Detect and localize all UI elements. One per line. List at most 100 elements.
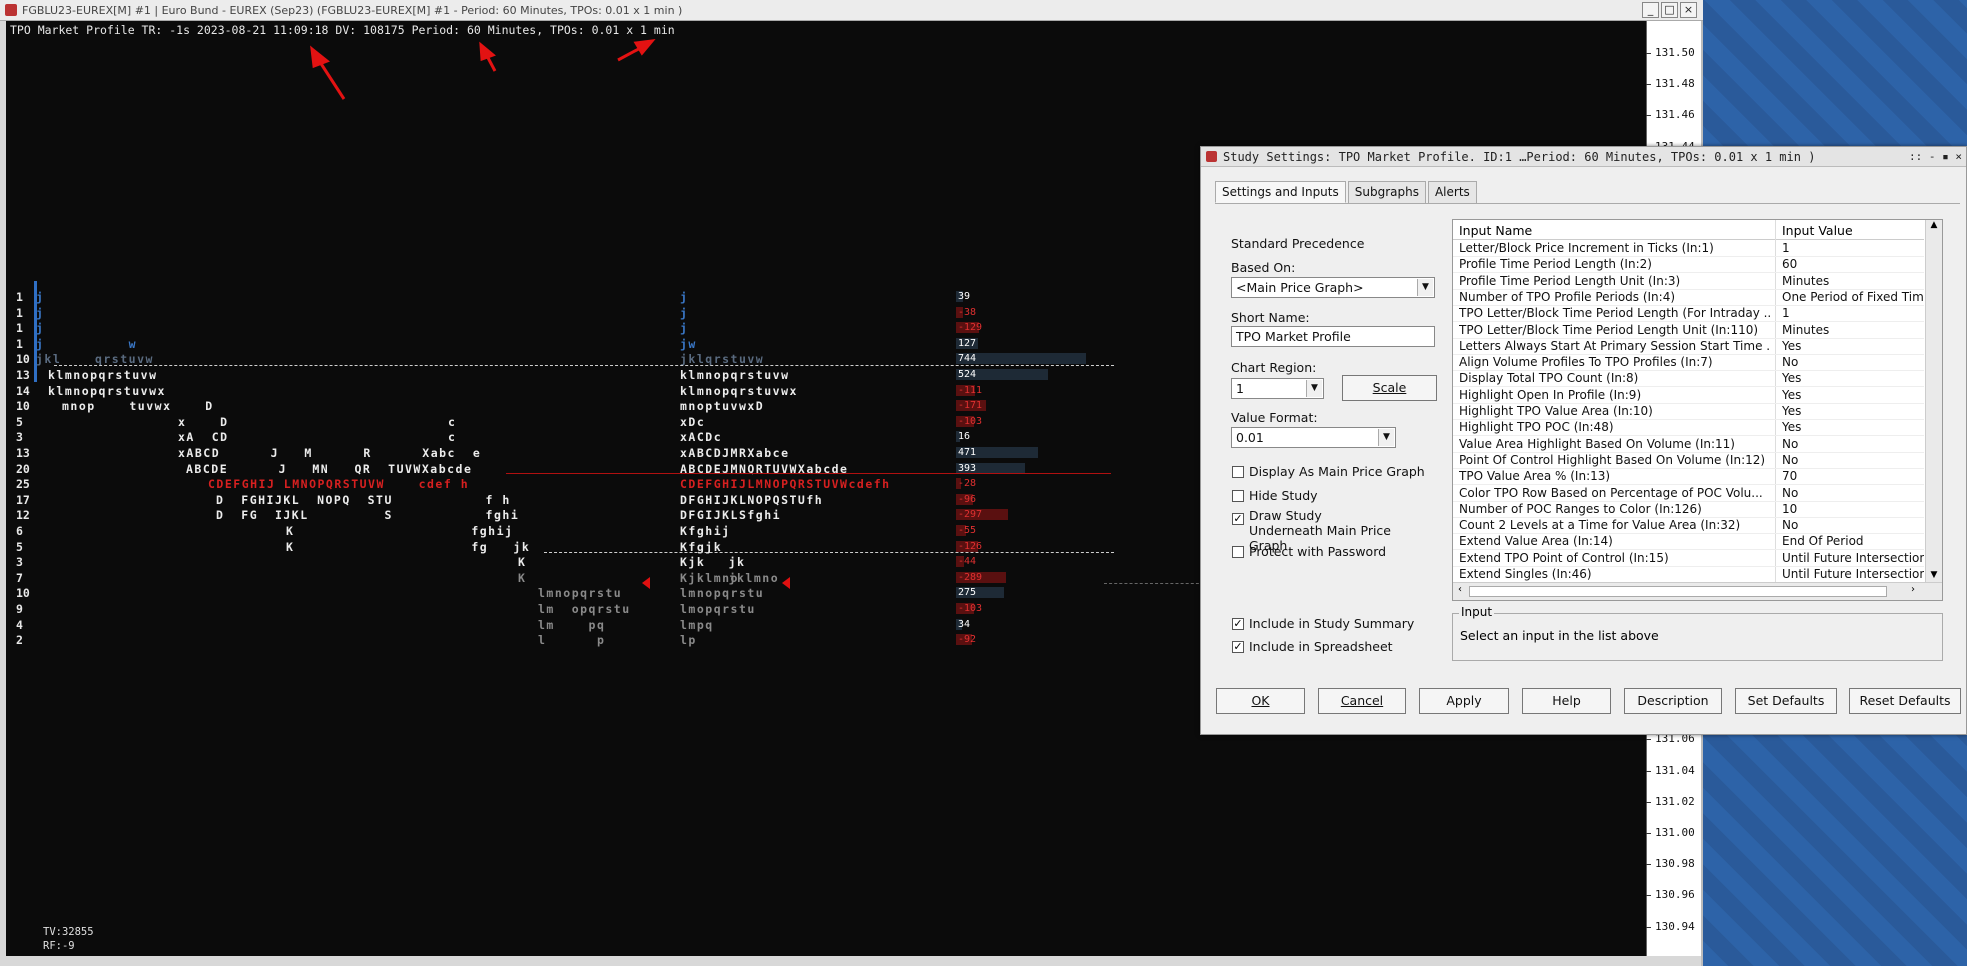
cancel-button[interactable]: Cancel: [1318, 688, 1406, 714]
tpo-right-row: lp: [680, 633, 697, 648]
input-row[interactable]: Number of TPO Profile Periods (In:4) One …: [1453, 290, 1924, 306]
input-row[interactable]: Extend Value Area (In:14) End Of Period: [1453, 534, 1924, 551]
volume-value: 471: [958, 447, 977, 458]
scroll-down-icon[interactable]: ▼: [1926, 570, 1942, 580]
tpo-left-row: j w: [36, 336, 138, 351]
input-row[interactable]: Color TPO Row Based on Percentage of POC…: [1453, 486, 1924, 502]
hide-study-checkbox[interactable]: [1232, 490, 1244, 502]
tpo-row-count: 4: [16, 617, 23, 632]
input-value: Yes: [1782, 338, 1802, 353]
input-row[interactable]: Count 2 Levels at a Time for Value Area …: [1453, 518, 1924, 535]
input-row[interactable]: Highlight TPO Value Area (In:10) Yes: [1453, 404, 1924, 420]
study-settings-dialog: Study Settings: TPO Market Profile. ID:1…: [1200, 146, 1967, 735]
dialog-window-controls[interactable]: :: - ▪ ×: [1909, 147, 1962, 167]
input-row[interactable]: TPO Letter/Block Time Period Length Unit…: [1453, 323, 1924, 339]
chart-region-select[interactable]: 1 ▼: [1231, 378, 1324, 399]
inputs-list[interactable]: Input Name Input Value Letter/Block Pric…: [1452, 219, 1943, 601]
chart-region-value: 1: [1236, 381, 1244, 396]
dialog-icon: [1206, 151, 1217, 162]
input-name: Count 2 Levels at a Time for Value Area …: [1459, 518, 1741, 533]
input-value: No: [1782, 485, 1799, 500]
input-row[interactable]: Profile Time Period Length (In:2) 60: [1453, 257, 1924, 274]
apply-button[interactable]: Apply: [1419, 688, 1509, 714]
input-value: No: [1782, 518, 1799, 533]
short-name-label: Short Name:: [1231, 310, 1310, 325]
input-row[interactable]: Highlight TPO POC (In:48) Yes: [1453, 420, 1924, 437]
description-button[interactable]: Description: [1624, 688, 1722, 714]
input-value: No: [1782, 355, 1799, 370]
minimize-button[interactable]: _: [1642, 2, 1659, 18]
include-summary-checkbox[interactable]: ✓: [1232, 618, 1244, 630]
volume-value: -289: [958, 571, 983, 583]
vertical-scrollbar[interactable]: ▲ ▼: [1925, 220, 1942, 582]
tpo-row-count: 10: [16, 399, 30, 414]
tpo-row-count: 17: [16, 492, 30, 507]
volume-value: 744: [958, 353, 977, 365]
scroll-up-icon[interactable]: ▲: [1926, 220, 1942, 230]
horizontal-scroll-thumb[interactable]: [1469, 586, 1887, 597]
chart-titlebar[interactable]: FGBLU23-EUREX[M] #1 | Euro Bund - EUREX …: [0, 0, 1703, 21]
tpo-right-row: lmnopqrstu: [680, 586, 765, 601]
price-tick: 131.50: [1646, 46, 1695, 59]
tab-settings-and-inputs[interactable]: Settings and Inputs: [1215, 181, 1346, 203]
tpo-right-row: mnoptuvwxD: [680, 399, 765, 414]
tab-subgraphs[interactable]: Subgraphs: [1347, 181, 1426, 203]
input-name: TPO Letter/Block Time Period Length Unit…: [1459, 322, 1759, 337]
tpo-left-row: l p: [538, 633, 606, 648]
chevron-down-icon: ▼: [1378, 429, 1394, 446]
input-row[interactable]: Extend TPO Point of Control (In:15) Until…: [1453, 551, 1924, 567]
volume-value: -126: [958, 540, 983, 552]
close-button[interactable]: ×: [1680, 2, 1697, 18]
ok-button[interactable]: OK: [1216, 688, 1305, 714]
input-row[interactable]: TPO Value Area % (In:13) 70: [1453, 469, 1924, 486]
input-value: 1: [1782, 306, 1790, 321]
input-value: 70: [1782, 469, 1798, 484]
include-spreadsheet-checkbox[interactable]: ✓: [1232, 641, 1244, 653]
protect-password-checkbox[interactable]: [1232, 546, 1244, 558]
scale-button[interactable]: Scale: [1342, 375, 1437, 401]
scroll-right-icon[interactable]: ›: [1911, 584, 1915, 595]
input-value: No: [1782, 452, 1799, 467]
input-row[interactable]: Extend Singles (In:46) Until Future Inter…: [1453, 567, 1924, 583]
scroll-left-icon[interactable]: ‹: [1458, 584, 1462, 595]
input-row[interactable]: TPO Letter/Block Time Period Length (For…: [1453, 306, 1924, 323]
input-row[interactable]: Profile Time Period Length Unit (In:3) Mi…: [1453, 274, 1924, 290]
short-name-input[interactable]: TPO Market Profile: [1231, 326, 1435, 347]
volume-value: -111: [958, 384, 983, 396]
input-row[interactable]: Letter/Block Price Increment in Ticks (I…: [1453, 241, 1924, 257]
input-value: End Of Period: [1782, 534, 1864, 549]
single-print-marker-right: [782, 577, 790, 589]
display-as-main-checkbox[interactable]: [1232, 466, 1244, 478]
input-row[interactable]: Display Total TPO Count (In:8) Yes: [1453, 371, 1924, 388]
input-row[interactable]: Letters Always Start At Primary Session …: [1453, 339, 1924, 355]
horizontal-scrollbar[interactable]: ‹ ›: [1453, 582, 1942, 600]
set-defaults-button[interactable]: Set Defaults: [1735, 688, 1837, 714]
volume-value: -28: [958, 478, 977, 490]
input-row[interactable]: Align Volume Profiles To TPO Profiles (I…: [1453, 355, 1924, 372]
tpo-left-row: x D: [178, 414, 229, 429]
tpo-right-row: klmnopqrstuvwx: [680, 383, 798, 398]
tpo-right-row: xDc: [680, 414, 706, 429]
tpo-right-row: DFGIJKLSfghi: [680, 508, 782, 523]
draw-underneath-checkbox[interactable]: ✓: [1232, 513, 1244, 525]
maximize-button[interactable]: □: [1661, 2, 1678, 18]
tab-alerts[interactable]: Alerts: [1427, 181, 1477, 203]
based-on-select[interactable]: <Main Price Graph> ▼: [1231, 277, 1435, 298]
value-format-select[interactable]: 0.01 ▼: [1231, 427, 1396, 448]
input-name: Extend Value Area (In:14): [1459, 534, 1613, 549]
input-row[interactable]: Highlight Open In Profile (In:9) Yes: [1453, 388, 1924, 404]
dialog-titlebar[interactable]: Study Settings: TPO Market Profile. ID:1…: [1201, 147, 1966, 167]
protect-password-label: Protect with Password: [1249, 544, 1387, 559]
input-row[interactable]: Point Of Control Highlight Based On Volu…: [1453, 453, 1924, 469]
help-button[interactable]: Help: [1522, 688, 1611, 714]
tpo-row-count: 1: [16, 305, 23, 320]
tpo-left-row: klmnopqrstuvw: [48, 368, 158, 382]
reset-defaults-button[interactable]: Reset Defaults: [1849, 688, 1961, 714]
input-name: Profile Time Period Length (In:2): [1459, 257, 1652, 272]
input-row[interactable]: Number of POC Ranges to Color (In:126) 10: [1453, 502, 1924, 518]
tpo-left-row: D FGHIJKL NOPQ STU f h: [216, 492, 511, 507]
price-tick: 131.46: [1646, 108, 1695, 122]
volume-value: 524: [958, 369, 977, 380]
tpo-right-row: j: [680, 321, 689, 336]
input-row[interactable]: Value Area Highlight Based On Volume (In…: [1453, 437, 1924, 453]
